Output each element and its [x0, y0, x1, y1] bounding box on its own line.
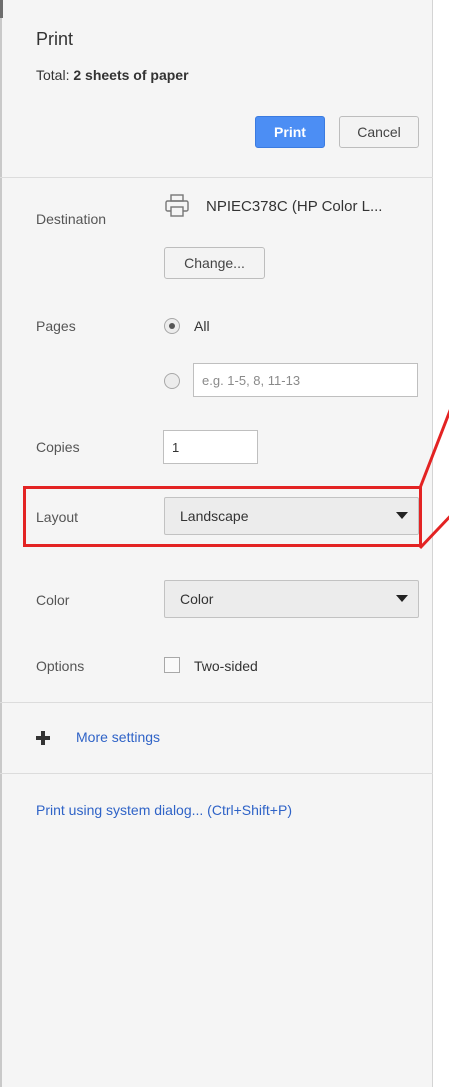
- printer-icon: [165, 194, 189, 217]
- change-destination-button[interactable]: Change...: [164, 247, 265, 279]
- header-divider: [0, 177, 433, 178]
- copies-input[interactable]: [163, 430, 258, 464]
- color-select[interactable]: Color: [164, 580, 419, 618]
- destination-printer-name: NPIEC378C (HP Color L...: [206, 198, 383, 215]
- more-settings-link[interactable]: More settings: [76, 729, 160, 745]
- color-label: Color: [36, 592, 70, 608]
- plus-icon[interactable]: [36, 731, 50, 745]
- summary-label: Total:: [36, 67, 70, 83]
- more-settings-divider: [0, 773, 433, 774]
- pages-all-label: All: [194, 318, 210, 334]
- system-dialog-link[interactable]: Print using system dialog... (Ctrl+Shift…: [36, 802, 292, 818]
- sheets-summary: Total: 2 sheets of paper: [36, 67, 189, 83]
- two-sided-label: Two-sided: [194, 658, 258, 674]
- print-button[interactable]: Print: [255, 116, 325, 148]
- color-select-value: Color: [180, 591, 214, 607]
- two-sided-checkbox[interactable]: [164, 657, 180, 673]
- panel-edge-line: [0, 0, 2, 1087]
- pages-all-radio[interactable]: [164, 318, 180, 334]
- callout-lines: [418, 409, 449, 550]
- layout-highlight-box: [23, 486, 422, 547]
- print-title: Print: [36, 29, 74, 49]
- pages-range-input[interactable]: [193, 363, 418, 397]
- chevron-down-icon: [396, 595, 408, 602]
- pages-label: Pages: [36, 318, 76, 334]
- cancel-button[interactable]: Cancel: [339, 116, 419, 148]
- pages-custom-radio[interactable]: [164, 373, 180, 389]
- copies-label: Copies: [36, 439, 80, 455]
- summary-value: 2 sheets of paper: [73, 67, 189, 83]
- options-divider: [0, 702, 433, 703]
- destination-label: Destination: [36, 211, 107, 227]
- panel-edge-marker: [0, 0, 3, 18]
- options-label: Options: [36, 658, 85, 674]
